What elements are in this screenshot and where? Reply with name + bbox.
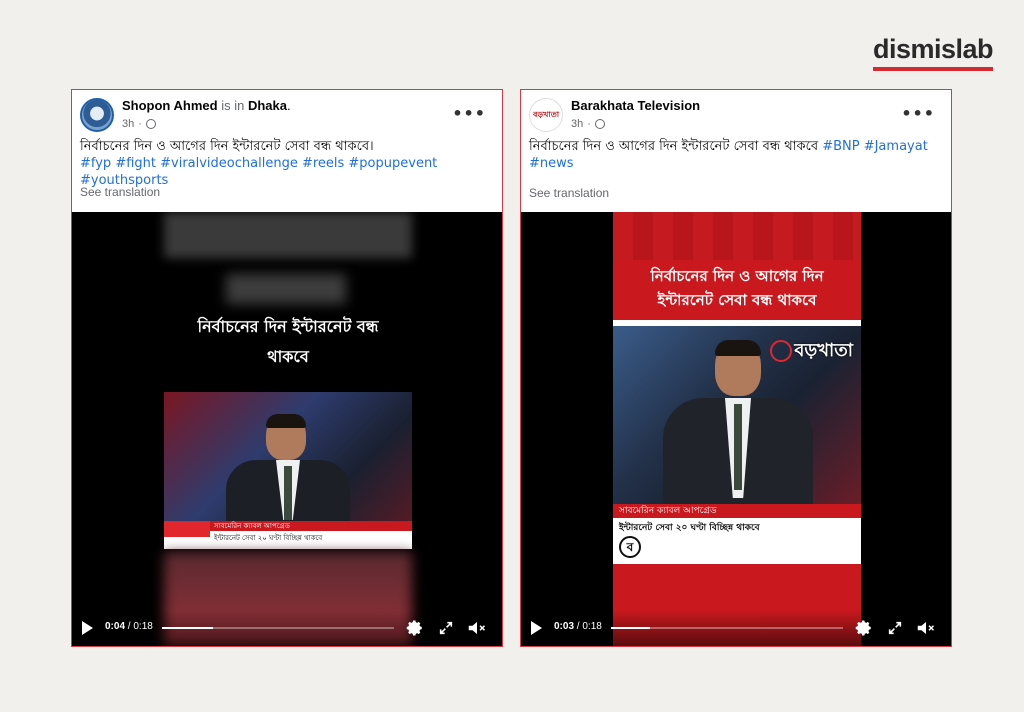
author-name[interactable]: Barakhata Television: [571, 98, 700, 113]
seek-bar-fill: [611, 627, 651, 629]
author-name[interactable]: Shopon Ahmed: [122, 98, 218, 113]
blurred-ticker: [623, 568, 853, 588]
post-meta: 3h ·: [122, 118, 156, 130]
current-time: 0:03: [554, 621, 575, 632]
fullscreen-icon[interactable]: [887, 620, 903, 636]
channel-badge: ব: [619, 536, 641, 558]
video-controls: 0:04 / 0:18: [72, 610, 502, 646]
mute-icon[interactable]: [915, 619, 937, 637]
lower-third-top: সাবমেরিন ক্যাবল আপগ্রেড: [613, 504, 861, 518]
author-line: Shopon Ahmed is in Dhaka.: [122, 98, 291, 113]
video-player[interactable]: নির্বাচনের দিন ও আগের দিন ইন্টারনেট সেবা…: [521, 212, 951, 646]
duration: 0:18: [582, 621, 602, 632]
post-body: নির্বাচনের দিন ও আগের দিন ইন্টারনেট সেবা…: [80, 139, 374, 154]
globe-icon: [145, 119, 156, 129]
post-time[interactable]: 3h: [122, 118, 134, 130]
dot-separator: ·: [138, 118, 142, 130]
seek-bar[interactable]: [162, 627, 394, 629]
red-banner-top: [613, 212, 861, 260]
news-lower-third: সাবমেরিন ক্যাবল আপগ্রেড ইন্টারনেট সেবা ২…: [164, 521, 412, 549]
lower-third-bottom: ইন্টারনেট সেবা ২০ ঘণ্টা বিচ্ছিন্ন থাকবে: [214, 534, 323, 542]
brand-logo: dismislab: [873, 34, 994, 71]
post-text: নির্বাচনের দিন ও আগের দিন ইন্টারনেট সেবা…: [529, 138, 941, 172]
seek-bar[interactable]: [611, 627, 843, 629]
mute-icon[interactable]: [466, 619, 488, 637]
lower-third-tag: [164, 521, 210, 537]
news-still: [164, 392, 412, 532]
facebook-post-2: বড়খাতা Barakhata Television 3h · ••• নি…: [520, 89, 952, 647]
channel-avatar-logo: বড়খাতা: [532, 109, 560, 119]
current-time: 0:04: [105, 621, 126, 632]
fullscreen-icon[interactable]: [438, 620, 454, 636]
is-in-text: is in: [221, 98, 245, 113]
video-headline: নির্বাচনের দিন ও আগের দিন ইন্টারনেট সেবা…: [613, 264, 861, 312]
author-line: Barakhata Television: [571, 98, 700, 113]
dot-separator: ·: [587, 118, 591, 130]
video-headline-line2: ইন্টারনেট সেবা বন্ধ থাকবে: [657, 291, 817, 309]
avatar[interactable]: বড়খাতা: [529, 98, 563, 132]
blurred-text-top: [164, 212, 412, 258]
video-frame: নির্বাচনের দিন ইন্টারনেট বন্ধ থাকবে সাবম…: [164, 212, 412, 646]
news-still: বড়খাতা: [613, 326, 861, 508]
brand-underline: [873, 67, 993, 71]
settings-gear-icon[interactable]: [855, 619, 873, 637]
video-caption: নির্বাচনের দিন ইন্টারনেট বন্ধ থাকবে: [164, 312, 412, 372]
hashtags[interactable]: #BNP #Jamayat: [822, 139, 928, 154]
post-meta: 3h ·: [571, 118, 605, 130]
play-icon[interactable]: [531, 621, 542, 635]
more-options-icon[interactable]: •••: [901, 104, 935, 123]
post-body: নির্বাচনের দিন ও আগের দিন ইন্টারনেট সেবা…: [529, 139, 819, 154]
hashtags[interactable]: #fyp #fight #viralvideochallenge #reels …: [80, 155, 492, 189]
video-caption-line1: নির্বাচনের দিন ইন্টারনেট বন্ধ: [197, 317, 379, 336]
post-text: নির্বাচনের দিন ও আগের দিন ইন্টারনেট সেবা…: [80, 138, 492, 189]
hashtags-line2[interactable]: #news: [529, 155, 941, 172]
post-header: বড়খাতা Barakhata Television 3h · •••: [529, 98, 943, 138]
location-suffix: .: [286, 98, 291, 113]
see-translation-link[interactable]: See translation: [80, 185, 160, 199]
video-caption-line2: থাকবে: [267, 347, 309, 366]
channel-watermark: বড়খাতা: [770, 336, 853, 367]
facebook-post-1: Shopon Ahmed is in Dhaka. 3h · ••• নির্ব…: [71, 89, 503, 647]
news-anchor: [226, 414, 350, 530]
seek-bar-fill: [162, 627, 214, 629]
news-lower-third: সাবমেরিন ক্যাবল আপগ্রেড ইন্টারনেট সেবা ২…: [613, 504, 861, 564]
avatar[interactable]: [80, 98, 114, 132]
globe-icon: [594, 119, 605, 129]
duration: 0:18: [133, 621, 153, 632]
post-header: Shopon Ahmed is in Dhaka. 3h · •••: [80, 98, 494, 138]
video-time: 0:03 / 0:18: [554, 621, 602, 632]
lower-third-top: সাবমেরিন ক্যাবল আপগ্রেড: [210, 521, 412, 531]
video-time: 0:04 / 0:18: [105, 621, 153, 632]
brand-logo-text: dismislab: [873, 34, 994, 64]
video-frame: নির্বাচনের দিন ও আগের দিন ইন্টারনেট সেবা…: [613, 212, 861, 646]
see-translation-link[interactable]: See translation: [529, 186, 609, 200]
video-controls: 0:03 / 0:18: [521, 610, 951, 646]
video-headline-line1: নির্বাচনের দিন ও আগের দিন: [650, 267, 824, 285]
blurred-text-mid: [226, 274, 346, 304]
play-icon[interactable]: [82, 621, 93, 635]
post-time[interactable]: 3h: [571, 118, 583, 130]
more-options-icon[interactable]: •••: [452, 104, 486, 123]
location-link[interactable]: Dhaka: [248, 98, 287, 113]
settings-gear-icon[interactable]: [406, 619, 424, 637]
video-player[interactable]: নির্বাচনের দিন ইন্টারনেট বন্ধ থাকবে সাবম…: [72, 212, 502, 646]
channel-logo-text: বড়খাতা: [794, 340, 853, 361]
lower-third-bottom: ইন্টারনেট সেবা ২০ ঘণ্টা বিচ্ছিন্ন থাকবে: [619, 523, 760, 533]
